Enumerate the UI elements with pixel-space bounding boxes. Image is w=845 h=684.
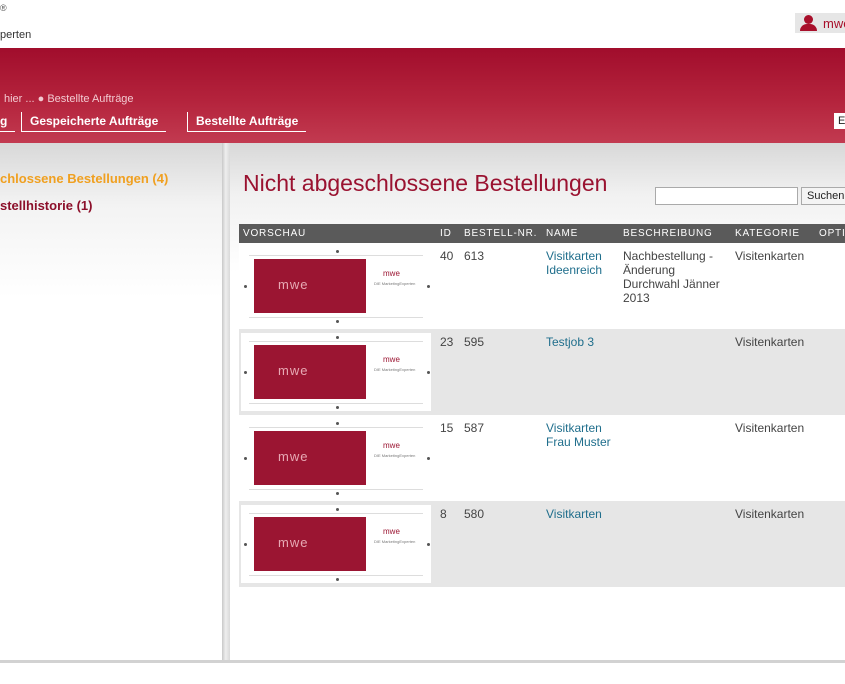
column-header-category: KATEGORIE <box>735 228 800 239</box>
sidebar: chlossene Bestellungen (4) stellhistorie… <box>0 143 222 660</box>
cell-name-link[interactable]: Visitkarten <box>546 507 621 521</box>
cell-order-number: 613 <box>464 249 485 263</box>
side-tagline: DIE MarketingExperten <box>374 367 416 372</box>
side-logo: mwe <box>383 269 400 278</box>
table-header: VORSCHAU ID BESTELL-NR. NAME BESCHREIBUN… <box>239 224 845 243</box>
column-header-id: ID <box>440 228 452 239</box>
cell-order-number: 595 <box>464 335 485 349</box>
cell-category: Visitenkarten <box>735 249 805 263</box>
sidebar-item-open-orders[interactable]: chlossene Bestellungen (4) <box>0 171 168 186</box>
tab-saved-orders[interactable]: Gespeicherte Aufträge <box>21 112 167 132</box>
breadcrumb: hier ... ● Bestellte Aufträge <box>4 93 134 105</box>
cell-description: Nachbestellung - Änderung Durchwahl Jänn… <box>623 249 720 305</box>
cell-id: 23 <box>440 335 454 349</box>
cell-id: 15 <box>440 421 454 435</box>
card-logo: mwe <box>278 363 309 378</box>
main-content: Nicht abgeschlossene Bestellungen Suchen… <box>230 143 845 660</box>
side-tagline: DIE MarketingExperten <box>374 539 416 544</box>
column-header-options: OPTI <box>819 228 845 239</box>
card-logo: mwe <box>278 535 309 550</box>
side-logo: mwe <box>383 355 400 364</box>
column-header-name: NAME <box>546 228 579 239</box>
cell-category: Visitenkarten <box>735 507 805 521</box>
tab-ordered-jobs[interactable]: Bestellte Aufträge <box>187 112 307 132</box>
cell-category: Visitenkarten <box>735 421 805 435</box>
cell-name-link[interactable]: Visitkarten Ideenreich <box>546 249 621 277</box>
table-row: mwe mwe DIE MarketingExperten 15 587 Vis… <box>239 415 845 501</box>
top-bar: ® perten mwe <box>0 0 845 48</box>
preview-thumbnail[interactable]: mwe mwe DIE MarketingExperten <box>241 419 431 497</box>
sidebar-item-order-history[interactable]: stellhistorie (1) <box>0 198 92 213</box>
user-name: mwe <box>823 15 845 31</box>
table-row: mwe mwe DIE MarketingExperten 40 613 Vis… <box>239 243 845 329</box>
table-row: mwe mwe DIE MarketingExperten 23 595 Tes… <box>239 329 845 415</box>
side-logo: mwe <box>383 441 400 450</box>
user-icon <box>800 15 817 31</box>
side-tagline: DIE MarketingExperten <box>374 281 416 286</box>
logo-registered-mark: ® <box>0 3 7 13</box>
side-logo: mwe <box>383 527 400 536</box>
logo-subtitle: perten <box>0 29 32 41</box>
preview-thumbnail[interactable]: mwe mwe DIE MarketingExperten <box>241 247 431 325</box>
cell-name-link[interactable]: Testjob 3 <box>546 335 621 349</box>
column-divider <box>222 143 230 660</box>
column-header-order-number: BESTELL-NR. <box>464 228 538 239</box>
cell-name-link[interactable]: Visitkarten Frau Muster <box>546 421 621 449</box>
column-header-preview: VORSCHAU <box>243 228 307 239</box>
table-row: mwe mwe DIE MarketingExperten 8 580 Visi… <box>239 501 845 587</box>
footer-divider <box>0 660 845 663</box>
cell-category: Visitenkarten <box>735 335 805 349</box>
cell-order-number: 587 <box>464 421 485 435</box>
tab-previous[interactable]: g <box>0 112 16 132</box>
page-title: Nicht abgeschlossene Bestellungen <box>243 170 608 196</box>
search-button[interactable]: Suchen <box>801 187 845 205</box>
preview-thumbnail[interactable]: mwe mwe DIE MarketingExperten <box>241 333 431 411</box>
search-input[interactable] <box>655 187 798 205</box>
cell-order-number: 580 <box>464 507 485 521</box>
header-band: hier ... ● Bestellte Aufträge g Gespeich… <box>0 48 845 143</box>
column-header-description: BESCHREIBUNG <box>623 228 713 239</box>
user-menu[interactable]: mwe <box>795 13 845 33</box>
card-logo: mwe <box>278 277 309 292</box>
side-tagline: DIE MarketingExperten <box>374 453 416 458</box>
cell-id: 8 <box>440 507 447 521</box>
card-logo: mwe <box>278 449 309 464</box>
preview-thumbnail[interactable]: mwe mwe DIE MarketingExperten <box>241 505 431 583</box>
cell-id: 40 <box>440 249 454 263</box>
header-right-button[interactable]: E <box>834 113 845 129</box>
